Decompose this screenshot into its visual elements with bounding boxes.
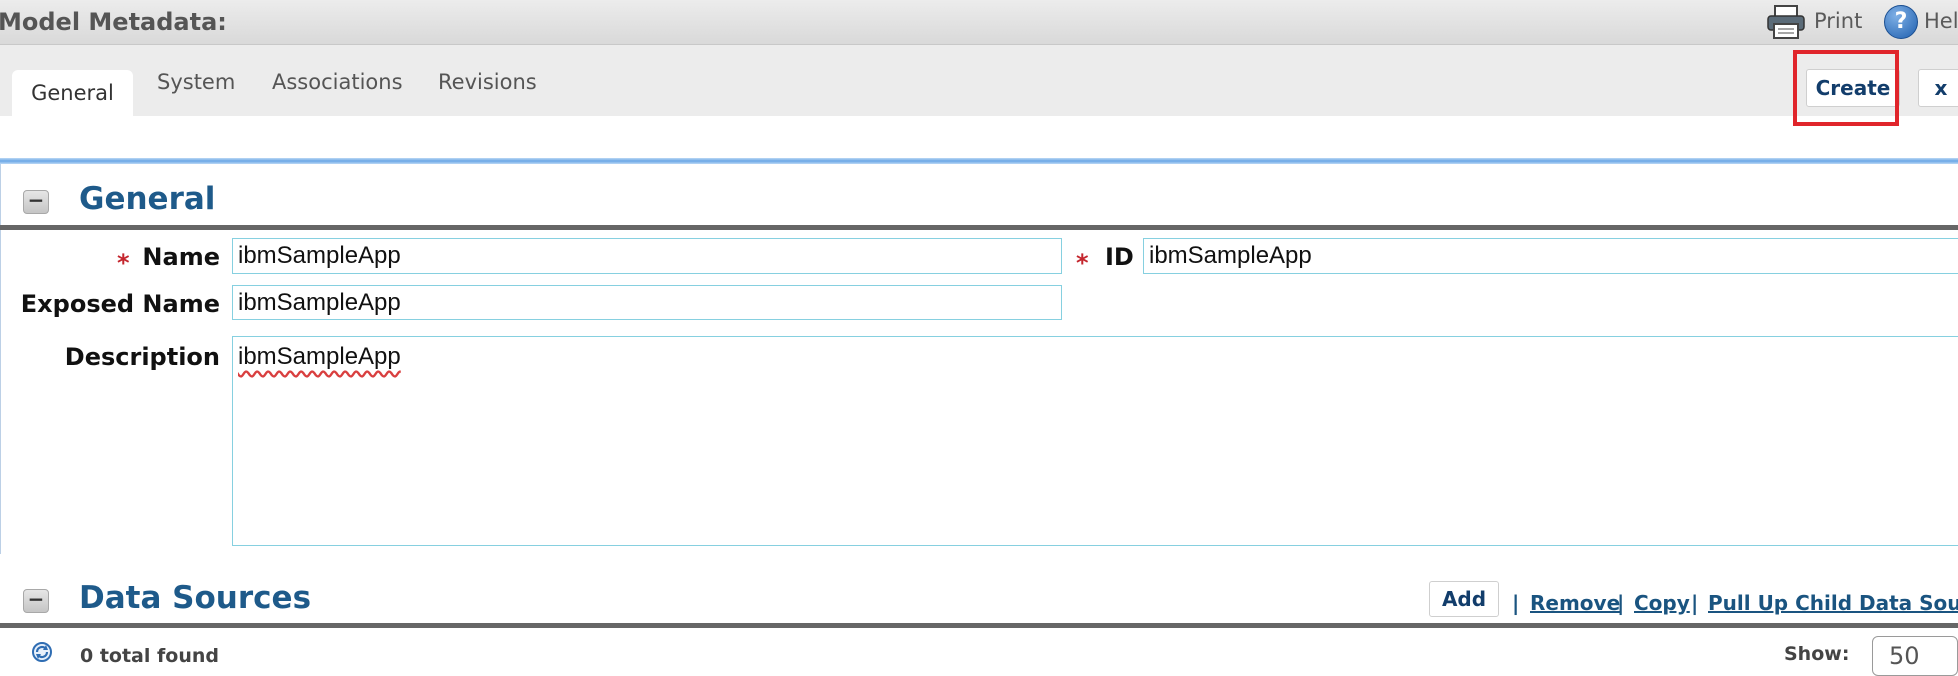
content-area xyxy=(0,116,1958,160)
exposed-name-field[interactable] xyxy=(232,285,1062,320)
data-sources-section-rule xyxy=(0,623,1958,628)
close-button[interactable]: x xyxy=(1918,69,1958,107)
help-icon[interactable]: ? xyxy=(1884,5,1918,39)
general-collapse-button[interactable]: − xyxy=(23,190,49,214)
data-sources-collapse-button[interactable]: − xyxy=(23,589,49,613)
tab-associations[interactable]: Associations xyxy=(272,70,403,94)
print-icon[interactable] xyxy=(1766,4,1806,40)
page-title: Model Metadata: xyxy=(0,8,227,36)
refresh-icon[interactable] xyxy=(30,640,54,664)
exposed-name-label: Exposed Name xyxy=(20,290,220,318)
copy-link[interactable]: Copy xyxy=(1634,591,1690,615)
id-field[interactable] xyxy=(1143,238,1958,274)
add-button[interactable]: Add xyxy=(1429,581,1499,617)
total-found-text: 0 total found xyxy=(80,645,219,667)
tab-revisions[interactable]: Revisions xyxy=(438,70,537,94)
id-required-icon: * xyxy=(1076,249,1089,277)
id-label: ID xyxy=(1105,243,1134,271)
page-size-value: 50 xyxy=(1889,642,1920,670)
highlight-box xyxy=(1793,50,1899,126)
tab-system[interactable]: System xyxy=(157,70,235,94)
separator: | xyxy=(1512,591,1520,615)
title-bar xyxy=(0,0,1958,45)
general-section-title: General xyxy=(79,181,216,217)
data-sources-section-title: Data Sources xyxy=(79,580,312,616)
separator: | xyxy=(1617,591,1625,615)
description-label: Description xyxy=(64,343,220,371)
show-label: Show: xyxy=(1784,643,1850,665)
page-size-select[interactable]: 50 xyxy=(1872,636,1958,676)
help-link[interactable]: Help xyxy=(1924,9,1958,33)
general-section-rule xyxy=(0,225,1958,230)
remove-link[interactable]: Remove xyxy=(1530,591,1620,615)
name-label: Name xyxy=(142,243,220,271)
pull-up-child-data-sources-link[interactable]: Pull Up Child Data Sources xyxy=(1708,591,1958,615)
tab-general[interactable]: General xyxy=(12,70,133,117)
name-field[interactable] xyxy=(232,238,1062,274)
name-required-icon: * xyxy=(117,249,130,277)
tab-bar: General System Associations Revisions xyxy=(0,45,1958,117)
print-link[interactable]: Print xyxy=(1814,9,1862,33)
separator: | xyxy=(1691,591,1699,615)
description-field[interactable]: ibmSampleApp xyxy=(232,336,1958,546)
